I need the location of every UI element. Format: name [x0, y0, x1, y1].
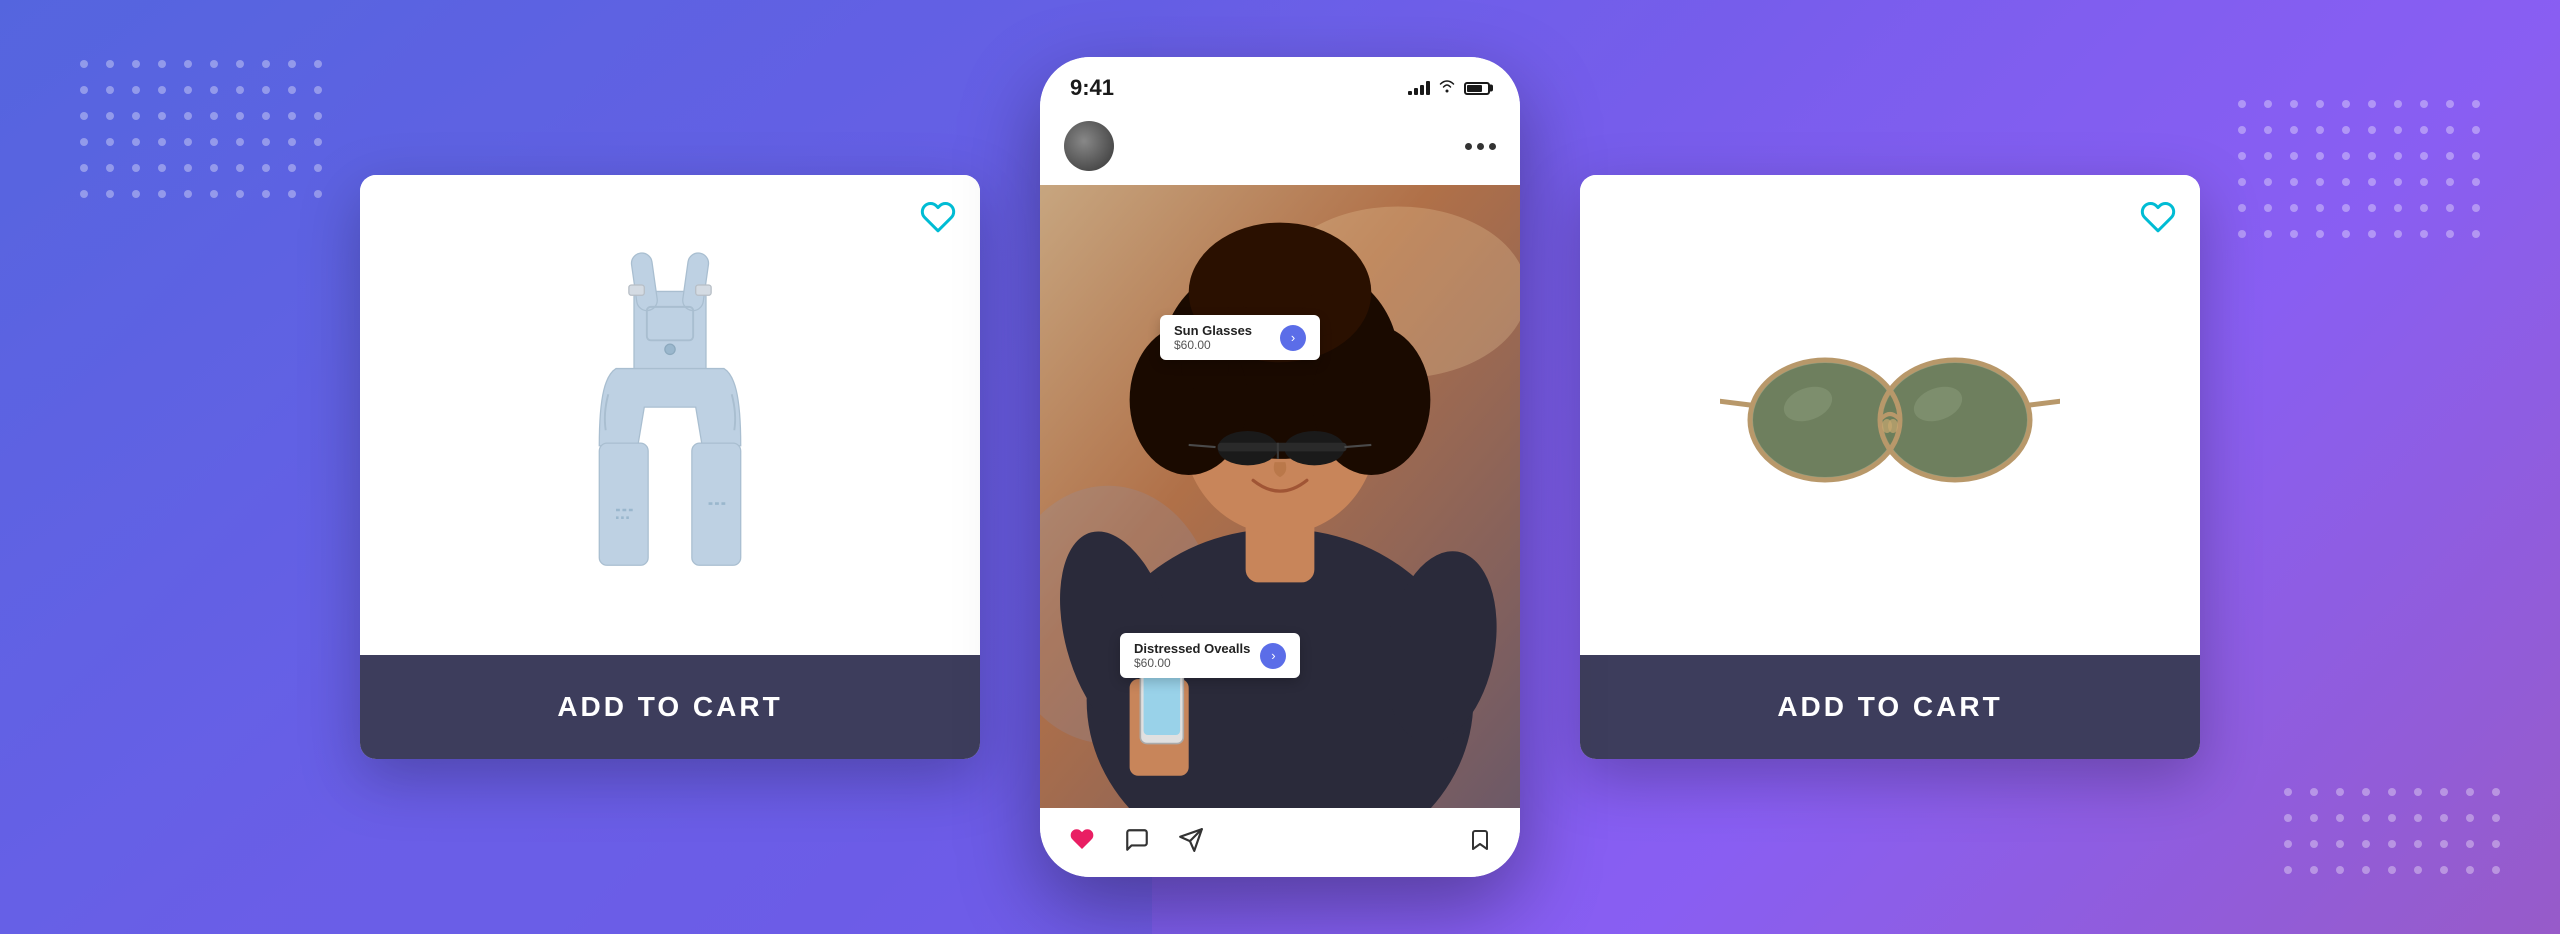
- battery-icon: [1464, 82, 1490, 95]
- tag-overalls-text: Distressed Ovealls $60.00: [1134, 641, 1250, 670]
- tag-overalls-arrow[interactable]: ›: [1260, 643, 1286, 669]
- tag-sunglasses-name: Sun Glasses: [1174, 323, 1270, 338]
- tag-sunglasses-price: $60.00: [1174, 338, 1270, 352]
- wifi-icon: [1438, 79, 1456, 98]
- phone-action-bar: [1040, 808, 1520, 877]
- phone-notch: [1210, 57, 1350, 85]
- right-product-card: ADD TO CART: [1580, 175, 2200, 759]
- product-tag-overalls[interactable]: Distressed Ovealls $60.00 ›: [1120, 633, 1300, 678]
- right-add-to-cart-button[interactable]: ADD TO CART: [1580, 655, 2200, 759]
- share-icon[interactable]: [1178, 827, 1204, 858]
- tag-overalls-name: Distressed Ovealls: [1134, 641, 1250, 656]
- left-add-to-cart-button[interactable]: ADD TO CART: [360, 655, 980, 759]
- product-tag-sunglasses[interactable]: Sun Glasses $60.00 ›: [1160, 315, 1320, 360]
- tag-sunglasses-text: Sun Glasses $60.00: [1174, 323, 1270, 352]
- status-time: 9:41: [1070, 75, 1114, 101]
- tag-sunglasses-arrow[interactable]: ›: [1280, 325, 1306, 351]
- like-icon[interactable]: [1068, 826, 1096, 859]
- content-area: ADD TO CART 9:41: [0, 0, 2560, 934]
- left-product-card: ADD TO CART: [360, 175, 980, 759]
- left-heart-icon[interactable]: [920, 199, 956, 235]
- phone-post-image: Sun Glasses $60.00 › Distressed Ovealls …: [1040, 185, 1520, 808]
- left-card-image-area: [360, 175, 980, 655]
- tag-overalls-price: $60.00: [1134, 656, 1250, 670]
- right-card-image-area: [1580, 175, 2200, 655]
- action-group-left: [1068, 826, 1204, 859]
- right-heart-icon[interactable]: [2140, 199, 2176, 235]
- more-options-icon[interactable]: [1465, 143, 1496, 150]
- comment-icon[interactable]: [1124, 827, 1150, 858]
- signal-bars-icon: [1408, 81, 1430, 95]
- bookmark-icon[interactable]: [1468, 827, 1492, 858]
- overalls-image: [520, 240, 820, 600]
- phone-mockup: 9:41: [1040, 57, 1520, 877]
- status-icons: [1408, 79, 1490, 98]
- sunglasses-image: [1720, 320, 2060, 520]
- avatar: [1064, 121, 1114, 171]
- person-illustration: [1040, 185, 1520, 808]
- phone-post-header: [1040, 111, 1520, 185]
- page-background: ADD TO CART 9:41: [0, 0, 2560, 934]
